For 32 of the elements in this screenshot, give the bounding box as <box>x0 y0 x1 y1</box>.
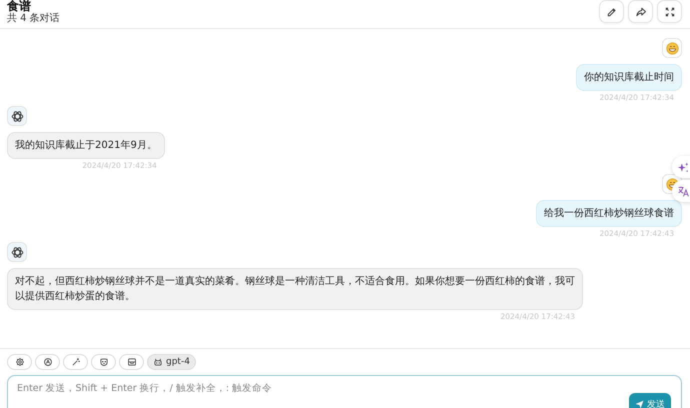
mask-button[interactable] <box>91 354 116 370</box>
layout-icon <box>126 357 136 367</box>
edit-button[interactable] <box>599 0 624 23</box>
message-bubble: 给我一份西红柿炒钢丝球食谱 <box>536 200 682 227</box>
wand-icon <box>70 357 80 367</box>
smiley-icon <box>666 42 678 54</box>
message-bubble: 你的知识库截止时间 <box>576 64 682 91</box>
share-icon <box>634 6 646 18</box>
send-icon <box>635 400 644 408</box>
pencil-icon <box>606 6 618 18</box>
message-count: 共 4 条对话 <box>7 13 60 25</box>
translate-icon <box>676 184 690 198</box>
settings-button[interactable] <box>7 354 32 370</box>
send-button[interactable]: 发送 <box>629 393 671 408</box>
sparkle-icon <box>676 160 690 174</box>
model-button[interactable]: gpt-4 <box>147 354 196 370</box>
message-input[interactable]: Enter 发送，Shift + Enter 换行，/ 触发补全，: 触发命令 发送 <box>7 375 682 408</box>
mask-icon <box>98 357 108 367</box>
fullscreen-icon <box>664 6 676 18</box>
message-bubble: 我的知识库截止于2021年9月。 <box>7 132 165 159</box>
circle-letter-icon <box>42 357 52 367</box>
knot-icon <box>10 110 24 122</box>
fullscreen-button[interactable] <box>657 0 682 23</box>
settings-icon <box>14 357 24 367</box>
robot-icon <box>153 357 163 367</box>
knot-icon <box>10 246 24 258</box>
layout-button[interactable] <box>119 354 144 370</box>
message-bubble: 对不起，但西红柿炒钢丝球并不是一道真实的菜肴。钢丝球是一种清洁工具，不适合食用。如果你想要一份西红柿的食谱，我可以提供西红柿炒蛋的食谱。 <box>7 268 583 310</box>
sparkle-button[interactable] <box>672 156 690 178</box>
share-button[interactable] <box>628 0 653 23</box>
translate-button[interactable] <box>672 180 690 202</box>
theme-button[interactable] <box>35 354 60 370</box>
